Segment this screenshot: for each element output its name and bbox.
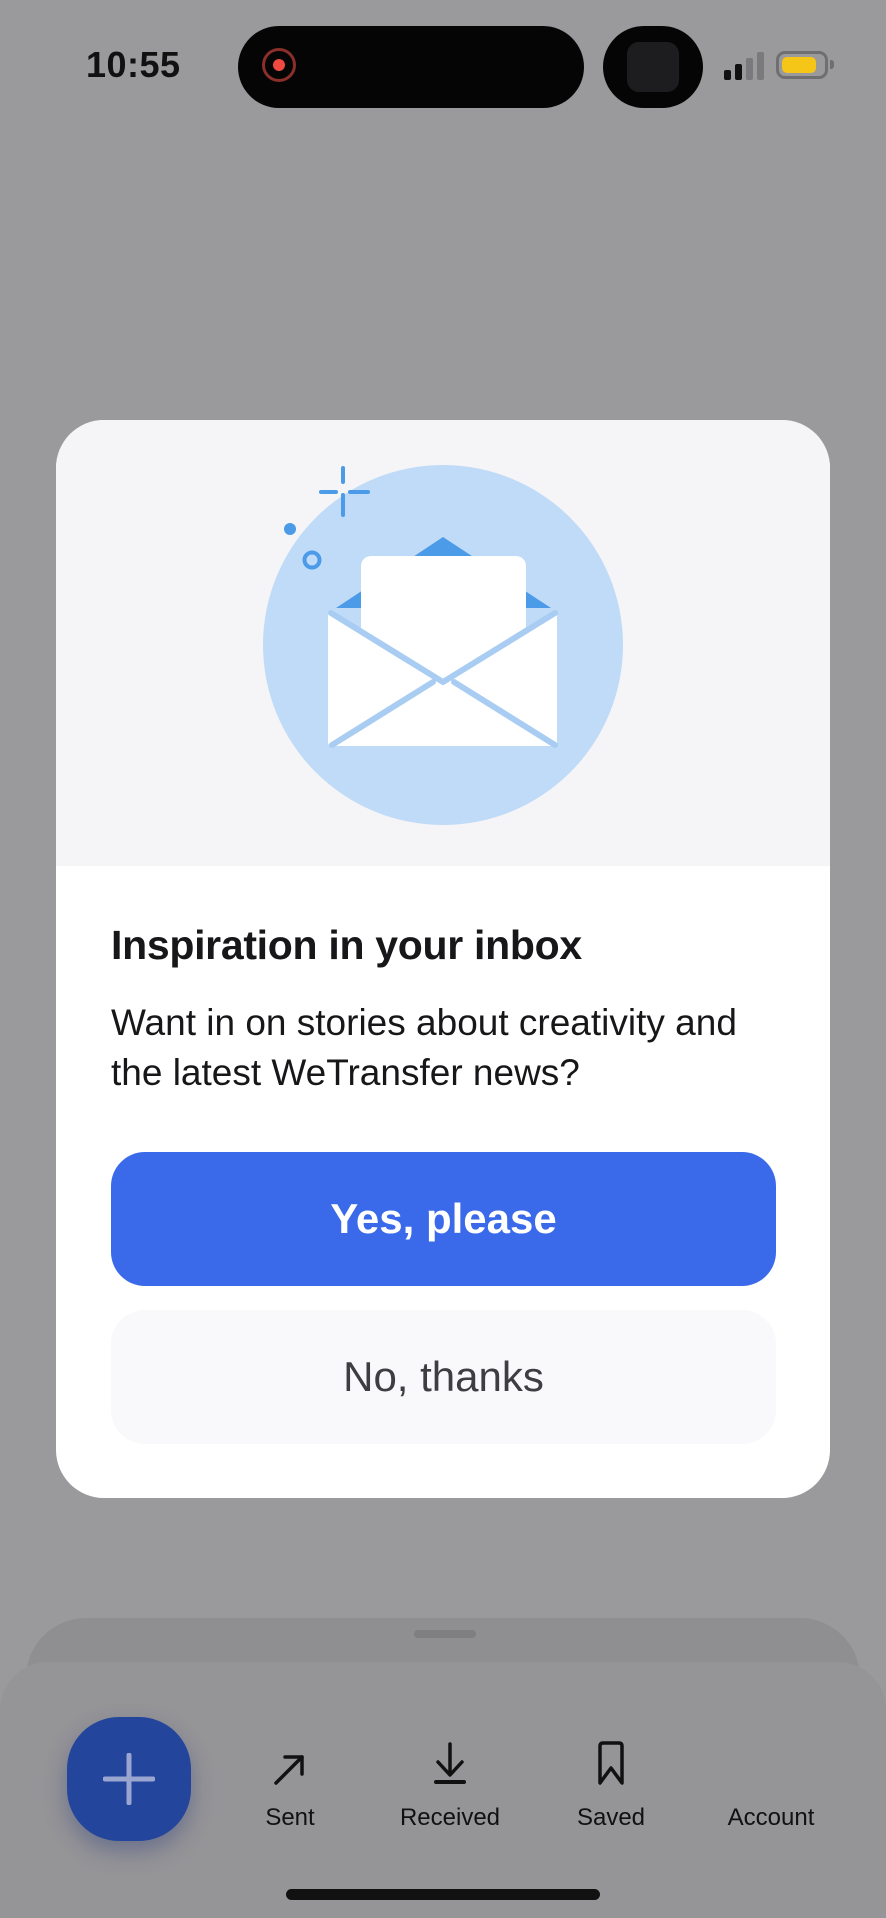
illustration-area [56, 420, 830, 866]
arrow-up-right-icon [274, 1755, 304, 1785]
tab-account[interactable]: Account [701, 1730, 841, 1832]
bookmark-icon [598, 1741, 624, 1785]
tab-received-label: Received [399, 1804, 501, 1831]
download-icon [434, 1742, 466, 1784]
tab-saved[interactable]: Saved [541, 1730, 681, 1832]
battery-icon [776, 51, 828, 79]
camera-icon [627, 42, 679, 92]
dynamic-island [238, 26, 584, 108]
new-transfer-button[interactable] [67, 1717, 191, 1841]
clock: 10:55 [86, 44, 181, 85]
tab-saved-label: Saved [576, 1804, 646, 1831]
recording-icon [262, 48, 296, 82]
tab-received[interactable]: Received [380, 1730, 520, 1832]
home-indicator[interactable] [286, 1889, 600, 1900]
camera-island [603, 26, 703, 108]
modal-title: Inspiration in your inbox [111, 922, 582, 968]
newsletter-modal: Inspiration in your inbox Want in on sto… [56, 420, 830, 1498]
tab-sent-label: Sent [265, 1804, 315, 1831]
no-thanks-button[interactable]: No, thanks [111, 1310, 776, 1444]
open-envelope-icon [263, 465, 623, 825]
status-bar: 10:55 [0, 0, 886, 130]
tab-sent[interactable]: Sent [220, 1730, 360, 1832]
modal-description: Want in on stories about creativity and … [111, 1002, 737, 1093]
tab-account-label: Account [727, 1804, 815, 1831]
plus-icon [103, 1753, 155, 1805]
yes-please-button[interactable]: Yes, please [111, 1152, 776, 1286]
sheet-grabber[interactable] [414, 1630, 476, 1638]
signal-icon [724, 52, 766, 80]
